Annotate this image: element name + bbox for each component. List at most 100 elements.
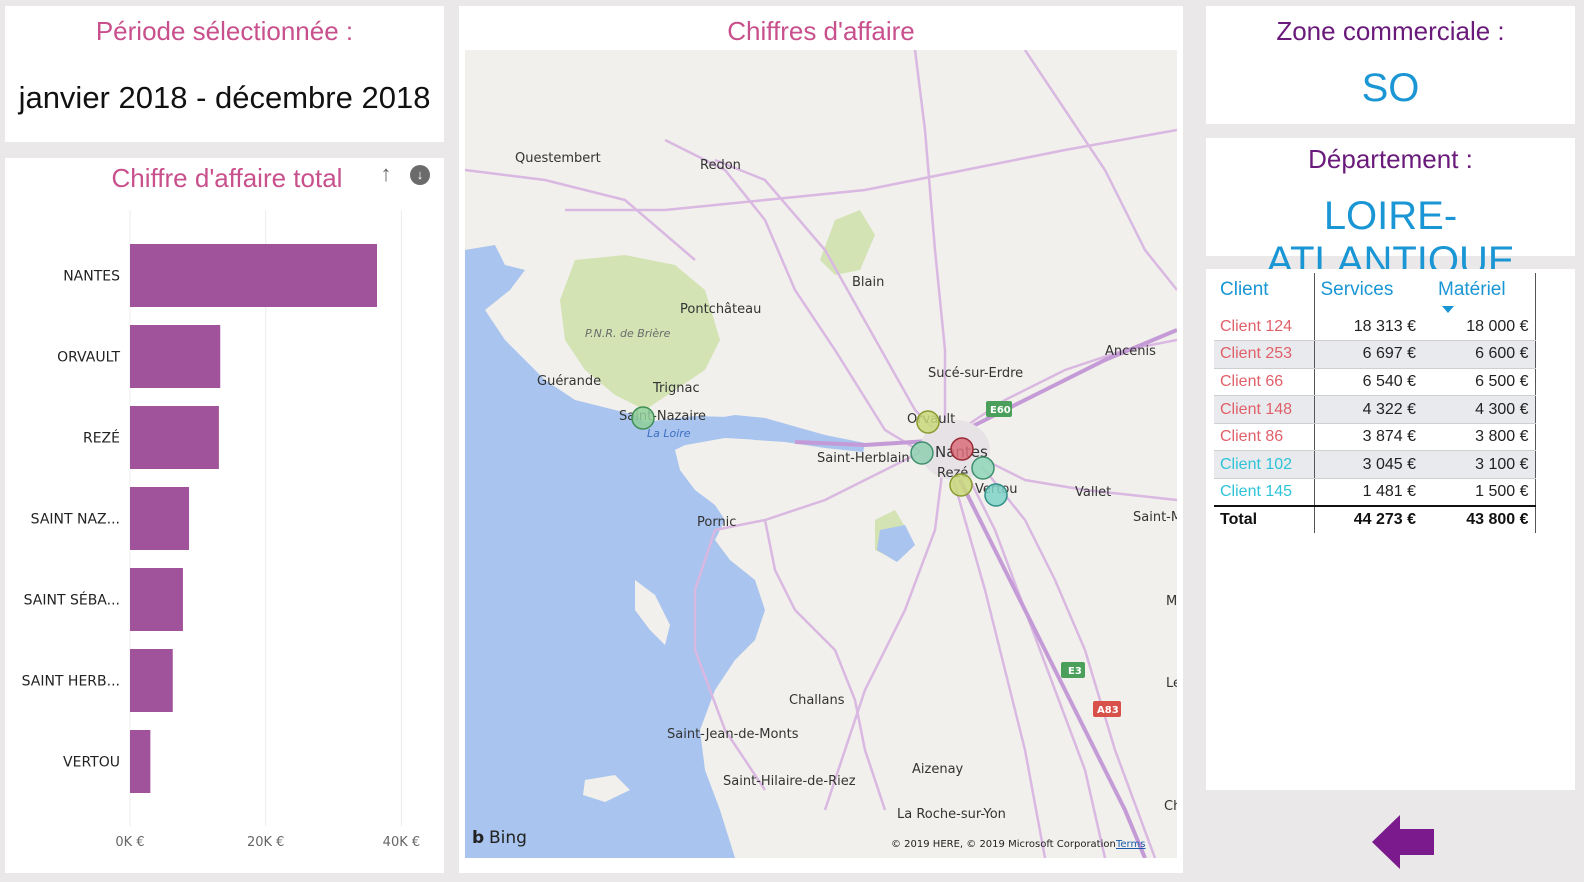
client-table: Client Services Matériel Client 124 18 31…	[1214, 273, 1536, 534]
road-shield-label: E60	[990, 405, 1011, 416]
map-bubble-saint-nazaire[interactable]	[631, 406, 655, 430]
place-label: P.N.R. de Brière	[585, 327, 671, 340]
place-label: Redon	[700, 158, 741, 173]
bar[interactable]	[130, 730, 151, 793]
bing-logo-icon: b	[472, 828, 484, 848]
category-label: REZÉ	[83, 430, 120, 447]
x-tick-label: 0K €	[115, 835, 144, 850]
category-label: SAINT SÉBA...	[24, 592, 120, 609]
place-label: Chal	[1164, 799, 1177, 814]
category-label: VERTOU	[63, 755, 120, 771]
category-label: NANTES	[63, 269, 120, 285]
table-row[interactable]: Client 124 18 313 €18 000 €	[1214, 313, 1536, 342]
table-row[interactable]: Client 86 3 874 €3 800 €	[1214, 423, 1536, 452]
x-tick-label: 20K €	[247, 835, 284, 850]
table-row[interactable]: Client 145 1 481 €1 500 €	[1214, 478, 1536, 507]
client-name-cell: Client 145	[1214, 478, 1315, 507]
materiel-cell: 1 500 €	[1422, 478, 1536, 507]
bar[interactable]	[130, 568, 183, 631]
zone-value: SO	[1361, 66, 1420, 110]
department-title: Département :	[1308, 144, 1473, 174]
services-cell: 6 697 €	[1314, 340, 1422, 369]
bar[interactable]	[130, 244, 377, 307]
place-label: Aizenay	[912, 762, 964, 777]
place-label: Guérande	[537, 374, 601, 389]
place-label: Questembert	[515, 151, 601, 166]
client-table-card: Client Services Matériel Client 124 18 31…	[1206, 269, 1575, 790]
bar[interactable]	[130, 325, 221, 388]
client-name-cell: Client 148	[1214, 395, 1315, 424]
zone-title: Zone commerciale :	[1276, 16, 1505, 46]
client-name-cell: Client 253	[1214, 340, 1315, 369]
client-name-cell: Client 86	[1214, 423, 1315, 452]
table-total-row: Total 44 273 € 43 800 €	[1214, 505, 1536, 534]
map-bubble-vertou[interactable]	[984, 483, 1008, 507]
materiel-cell: 18 000 €	[1422, 313, 1536, 342]
map-bubble-reze[interactable]	[949, 473, 973, 497]
place-label: Ancenis	[1105, 344, 1156, 359]
map-terms-link[interactable]: Terms	[1115, 839, 1145, 850]
bar[interactable]	[130, 406, 219, 469]
map[interactable]: Questembert Redon Blain Pontchâteau P.N.…	[465, 50, 1177, 858]
revenue-bar-chart-card: Chiffre d'affaire total ↑ ↓ 0K €20K €40K…	[5, 158, 444, 873]
zone-card: Zone commerciale : SO	[1206, 6, 1575, 124]
place-label: Saint-Jean-de-Monts	[667, 727, 799, 742]
place-label: Trignac	[652, 381, 700, 396]
sort-desc-icon	[1442, 306, 1454, 313]
materiel-cell: 3 100 €	[1422, 450, 1536, 480]
period-card: Période sélectionnée : janvier 2018 - dé…	[5, 6, 444, 142]
client-table-body: Client 124 18 313 €18 000 € Client 253 6 69…	[1214, 313, 1536, 507]
department-card: Département : LOIRE-ATLANTIQUE	[1206, 138, 1575, 283]
place-label: Saint-M	[1133, 510, 1177, 525]
bar[interactable]	[130, 649, 173, 712]
map-bubble-nantes[interactable]	[950, 437, 974, 461]
back-arrow-button[interactable]	[1372, 815, 1436, 869]
period-title: Période sélectionnée :	[95, 16, 354, 46]
place-label: Sucé-sur-Erdre	[928, 366, 1023, 381]
period-value: janvier 2018 - décembre 2018	[18, 80, 431, 115]
map-bubble-orvault[interactable]	[916, 410, 940, 434]
client-name-cell: Client 102	[1214, 450, 1315, 480]
bing-label: Bing	[489, 828, 527, 848]
place-label: Saint-Hilaire-de-Riez	[723, 774, 856, 789]
category-label: SAINT NAZ...	[31, 512, 120, 528]
place-label: Le	[1166, 676, 1177, 691]
map-bubble-saint-sebastien[interactable]	[971, 456, 995, 480]
place-label: Saint-Herblain	[817, 451, 910, 466]
place-label: Vallet	[1075, 485, 1111, 500]
x-tick-label: 40K €	[383, 835, 420, 850]
map-attribution: © 2019 HERE, © 2019 Microsoft Corporatio…	[891, 839, 1116, 850]
services-cell: 3 045 €	[1314, 450, 1422, 480]
total-label: Total	[1214, 505, 1315, 534]
map-bubble-saint-herblain[interactable]	[910, 441, 934, 465]
total-materiel: 43 800 €	[1422, 505, 1536, 534]
back-arrow-icon	[1372, 815, 1434, 869]
column-header-materiel[interactable]: Matériel	[1422, 273, 1536, 313]
place-label: M	[1166, 594, 1177, 609]
client-name-cell: Client 66	[1214, 368, 1315, 397]
place-label: Pontchâteau	[680, 302, 761, 317]
table-row[interactable]: Client 253 6 697 €6 600 €	[1214, 340, 1536, 369]
place-label: Pornic	[697, 515, 736, 530]
place-label: La Loire	[647, 427, 691, 440]
category-label: ORVAULT	[57, 350, 120, 366]
column-header-services[interactable]: Services	[1314, 273, 1422, 313]
materiel-cell: 6 500 €	[1422, 368, 1536, 397]
place-label: Challans	[789, 693, 845, 708]
total-services: 44 273 €	[1314, 505, 1422, 534]
services-cell: 6 540 €	[1314, 368, 1422, 397]
map-card: Chiffres d'affaire Questembert Redon Bla…	[459, 6, 1183, 873]
category-label: SAINT HERB...	[22, 674, 120, 690]
table-row[interactable]: Client 148 4 322 €4 300 €	[1214, 395, 1536, 424]
column-header-client[interactable]: Client	[1214, 273, 1315, 313]
place-label: La Roche-sur-Yon	[897, 807, 1006, 822]
road-shield-label: E3	[1068, 666, 1082, 677]
materiel-cell: 4 300 €	[1422, 395, 1536, 424]
bar[interactable]	[130, 487, 190, 550]
place-label: Blain	[852, 275, 884, 290]
services-cell: 3 874 €	[1314, 423, 1422, 452]
table-row[interactable]: Client 66 6 540 €6 500 €	[1214, 368, 1536, 397]
client-name-cell: Client 124	[1214, 313, 1315, 342]
table-row[interactable]: Client 102 3 045 €3 100 €	[1214, 450, 1536, 480]
materiel-cell: 3 800 €	[1422, 423, 1536, 452]
